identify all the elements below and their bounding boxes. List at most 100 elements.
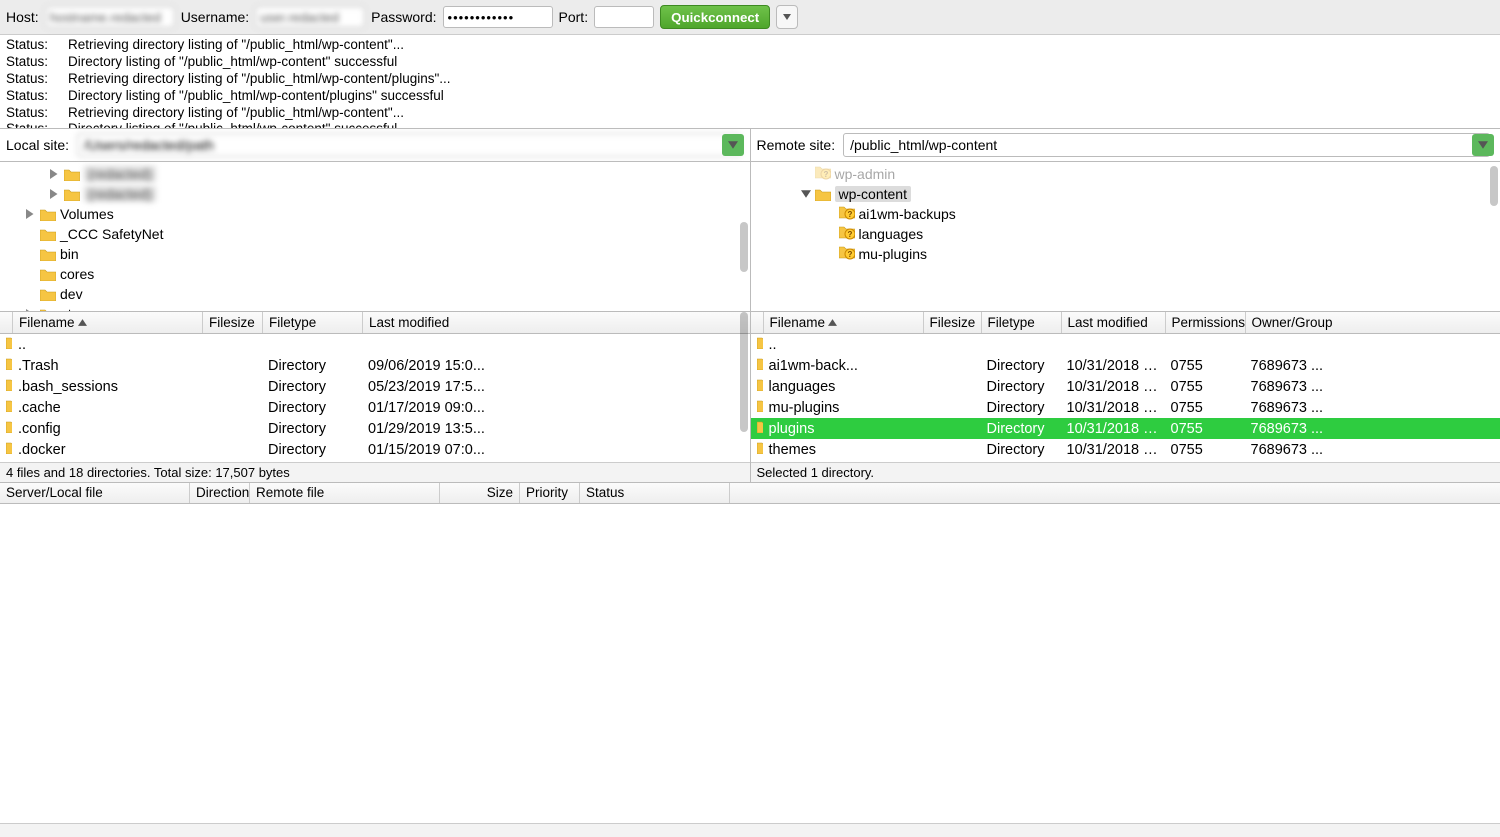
file-row[interactable]: .bash_sessionsDirectory05/23/2019 17:5..… [0,376,750,397]
file-row[interactable]: mu-pluginsDirectory10/31/2018 0...075576… [751,397,1500,418]
remote-col-filename[interactable]: Filename [764,312,924,333]
chevron-down-icon[interactable] [801,189,811,199]
tree-item[interactable]: wp-admin [751,164,1500,184]
remote-site-path-input[interactable] [843,133,1490,157]
tree-item[interactable]: _CCC SafetyNet [0,224,750,244]
file-row[interactable]: .cacheDirectory01/17/2019 09:0... [0,397,750,418]
file-name: ai1wm-back... [763,358,923,374]
queue-col-priority[interactable]: Priority [520,483,580,503]
tree-item[interactable]: etc [0,304,750,312]
file-row[interactable]: .TrashDirectory09/06/2019 15:0... [0,355,750,376]
local-file-list-header[interactable]: Filename Filesize Filetype Last modified [0,312,750,334]
remote-col-filesize[interactable]: Filesize [924,312,982,333]
file-row[interactable]: languagesDirectory10/31/2018 0...0755768… [751,376,1500,397]
tree-item-label: _CCC SafetyNet [60,226,163,242]
local-status-strip: 4 files and 18 directories. Total size: … [0,462,750,482]
file-name: mu-plugins [763,400,923,416]
local-col-filename[interactable]: Filename [13,312,203,333]
file-row[interactable]: .dockerDirectory01/15/2019 07:0... [0,439,750,460]
host-input[interactable] [45,6,175,28]
file-row[interactable]: .. [0,334,750,355]
tree-item[interactable]: Volumes [0,204,750,224]
queue-col-status[interactable]: Status [580,483,730,503]
file-row[interactable]: ai1wm-back...Directory10/31/2018 0...075… [751,355,1500,376]
tree-item[interactable]: cores [0,264,750,284]
queue-col-remote[interactable]: Remote file [250,483,440,503]
transfer-queue-header[interactable]: Server/Local file Direction Remote file … [0,482,1500,504]
file-permissions: 0755 [1165,400,1245,416]
local-site-path-input[interactable] [77,133,739,157]
remote-file-list-header[interactable]: Filename Filesize Filetype Last modified… [751,312,1500,334]
tree-item[interactable]: bin [0,244,750,264]
file-name: plugins [763,421,923,437]
tree-item[interactable]: ai1wm-backups [751,204,1500,224]
local-pane: (redacted)(redacted)Volumes_CCC SafetyNe… [0,162,751,482]
file-modified: 10/31/2018 0... [1061,358,1165,374]
log-message: Directory listing of "/public_html/wp-co… [68,121,397,129]
unknown-folder-icon [815,165,831,184]
chevron-right-icon[interactable] [50,189,60,199]
file-row[interactable]: themesDirectory10/31/2018 0...0755768967… [751,439,1500,460]
port-input[interactable] [594,6,654,28]
file-row[interactable]: pluginsDirectory10/31/2018 0...075576896… [751,418,1500,439]
tree-item[interactable]: (redacted) [0,164,750,184]
file-type: Directory [981,442,1061,458]
chevron-right-icon[interactable] [26,209,36,219]
remote-col-owner[interactable]: Owner/Group [1246,312,1500,333]
file-type: Directory [262,400,362,416]
tree-item[interactable]: (redacted) [0,184,750,204]
folder-icon [40,208,56,221]
local-col-filesize[interactable]: Filesize [203,312,263,333]
file-type: Directory [262,379,362,395]
tree-item[interactable]: wp-content [751,184,1500,204]
log-status-label: Status: [6,71,56,88]
local-directory-tree[interactable]: (redacted)(redacted)Volumes_CCC SafetyNe… [0,162,750,312]
file-permissions: 0755 [1165,421,1245,437]
message-log[interactable]: Status:Retrieving directory listing of "… [0,35,1500,129]
log-status-label: Status: [6,37,56,54]
log-entry: Status:Retrieving directory listing of "… [6,37,1494,54]
tree-item-label: cores [60,266,94,282]
file-row[interactable]: .. [751,334,1500,355]
folder-icon [40,288,56,301]
quickconnect-history-button[interactable] [776,5,798,29]
local-col-lastmodified[interactable]: Last modified [363,312,750,333]
file-row[interactable]: .configDirectory01/29/2019 13:5... [0,418,750,439]
tree-item[interactable]: mu-plugins [751,244,1500,264]
password-input[interactable] [443,6,553,28]
file-modified: 10/31/2018 0... [1061,379,1165,395]
remote-col-permissions[interactable]: Permissions [1166,312,1246,333]
remote-site-dropdown[interactable] [1472,134,1494,156]
queue-col-direction[interactable]: Direction [190,483,250,503]
remote-directory-tree[interactable]: wp-admin wp-contentai1wm-backupslanguages… [751,162,1500,312]
transfer-queue[interactable] [0,504,1500,824]
file-name: themes [763,442,923,458]
remote-col-lastmodified[interactable]: Last modified [1062,312,1166,333]
local-file-list[interactable]: ...TrashDirectory09/06/2019 15:0....bash… [0,334,750,462]
remote-col-filetype[interactable]: Filetype [982,312,1062,333]
chevron-right-icon[interactable] [50,169,60,179]
quickconnect-button[interactable]: Quickconnect [660,5,770,29]
log-message: Directory listing of "/public_html/wp-co… [68,88,444,105]
remote-file-list[interactable]: ..ai1wm-back...Directory10/31/2018 0...0… [751,334,1500,462]
username-input[interactable] [255,6,365,28]
local-col-filetype[interactable]: Filetype [263,312,363,333]
tree-item-label: wp-admin [835,166,896,182]
tree-item[interactable]: dev [0,284,750,304]
log-entry: Status:Directory listing of "/public_htm… [6,121,1494,129]
tree-item[interactable]: languages [751,224,1500,244]
file-modified: 01/17/2019 09:0... [362,400,750,416]
log-entry: Status:Retrieving directory listing of "… [6,71,1494,88]
queue-col-file[interactable]: Server/Local file [0,483,190,503]
file-type: Directory [981,379,1061,395]
tree-item-label: dev [60,286,83,302]
file-owner: 7689673 ... [1245,400,1500,416]
log-status-label: Status: [6,105,56,122]
log-status-label: Status: [6,88,56,105]
remote-pane: wp-adminwp-contentai1wm-backupslanguages… [751,162,1500,482]
queue-col-size[interactable]: Size [440,483,520,503]
local-site-dropdown[interactable] [722,134,744,156]
tree-item-label: bin [60,246,79,262]
port-label: Port: [559,9,589,25]
file-name: .Trash [12,358,202,374]
